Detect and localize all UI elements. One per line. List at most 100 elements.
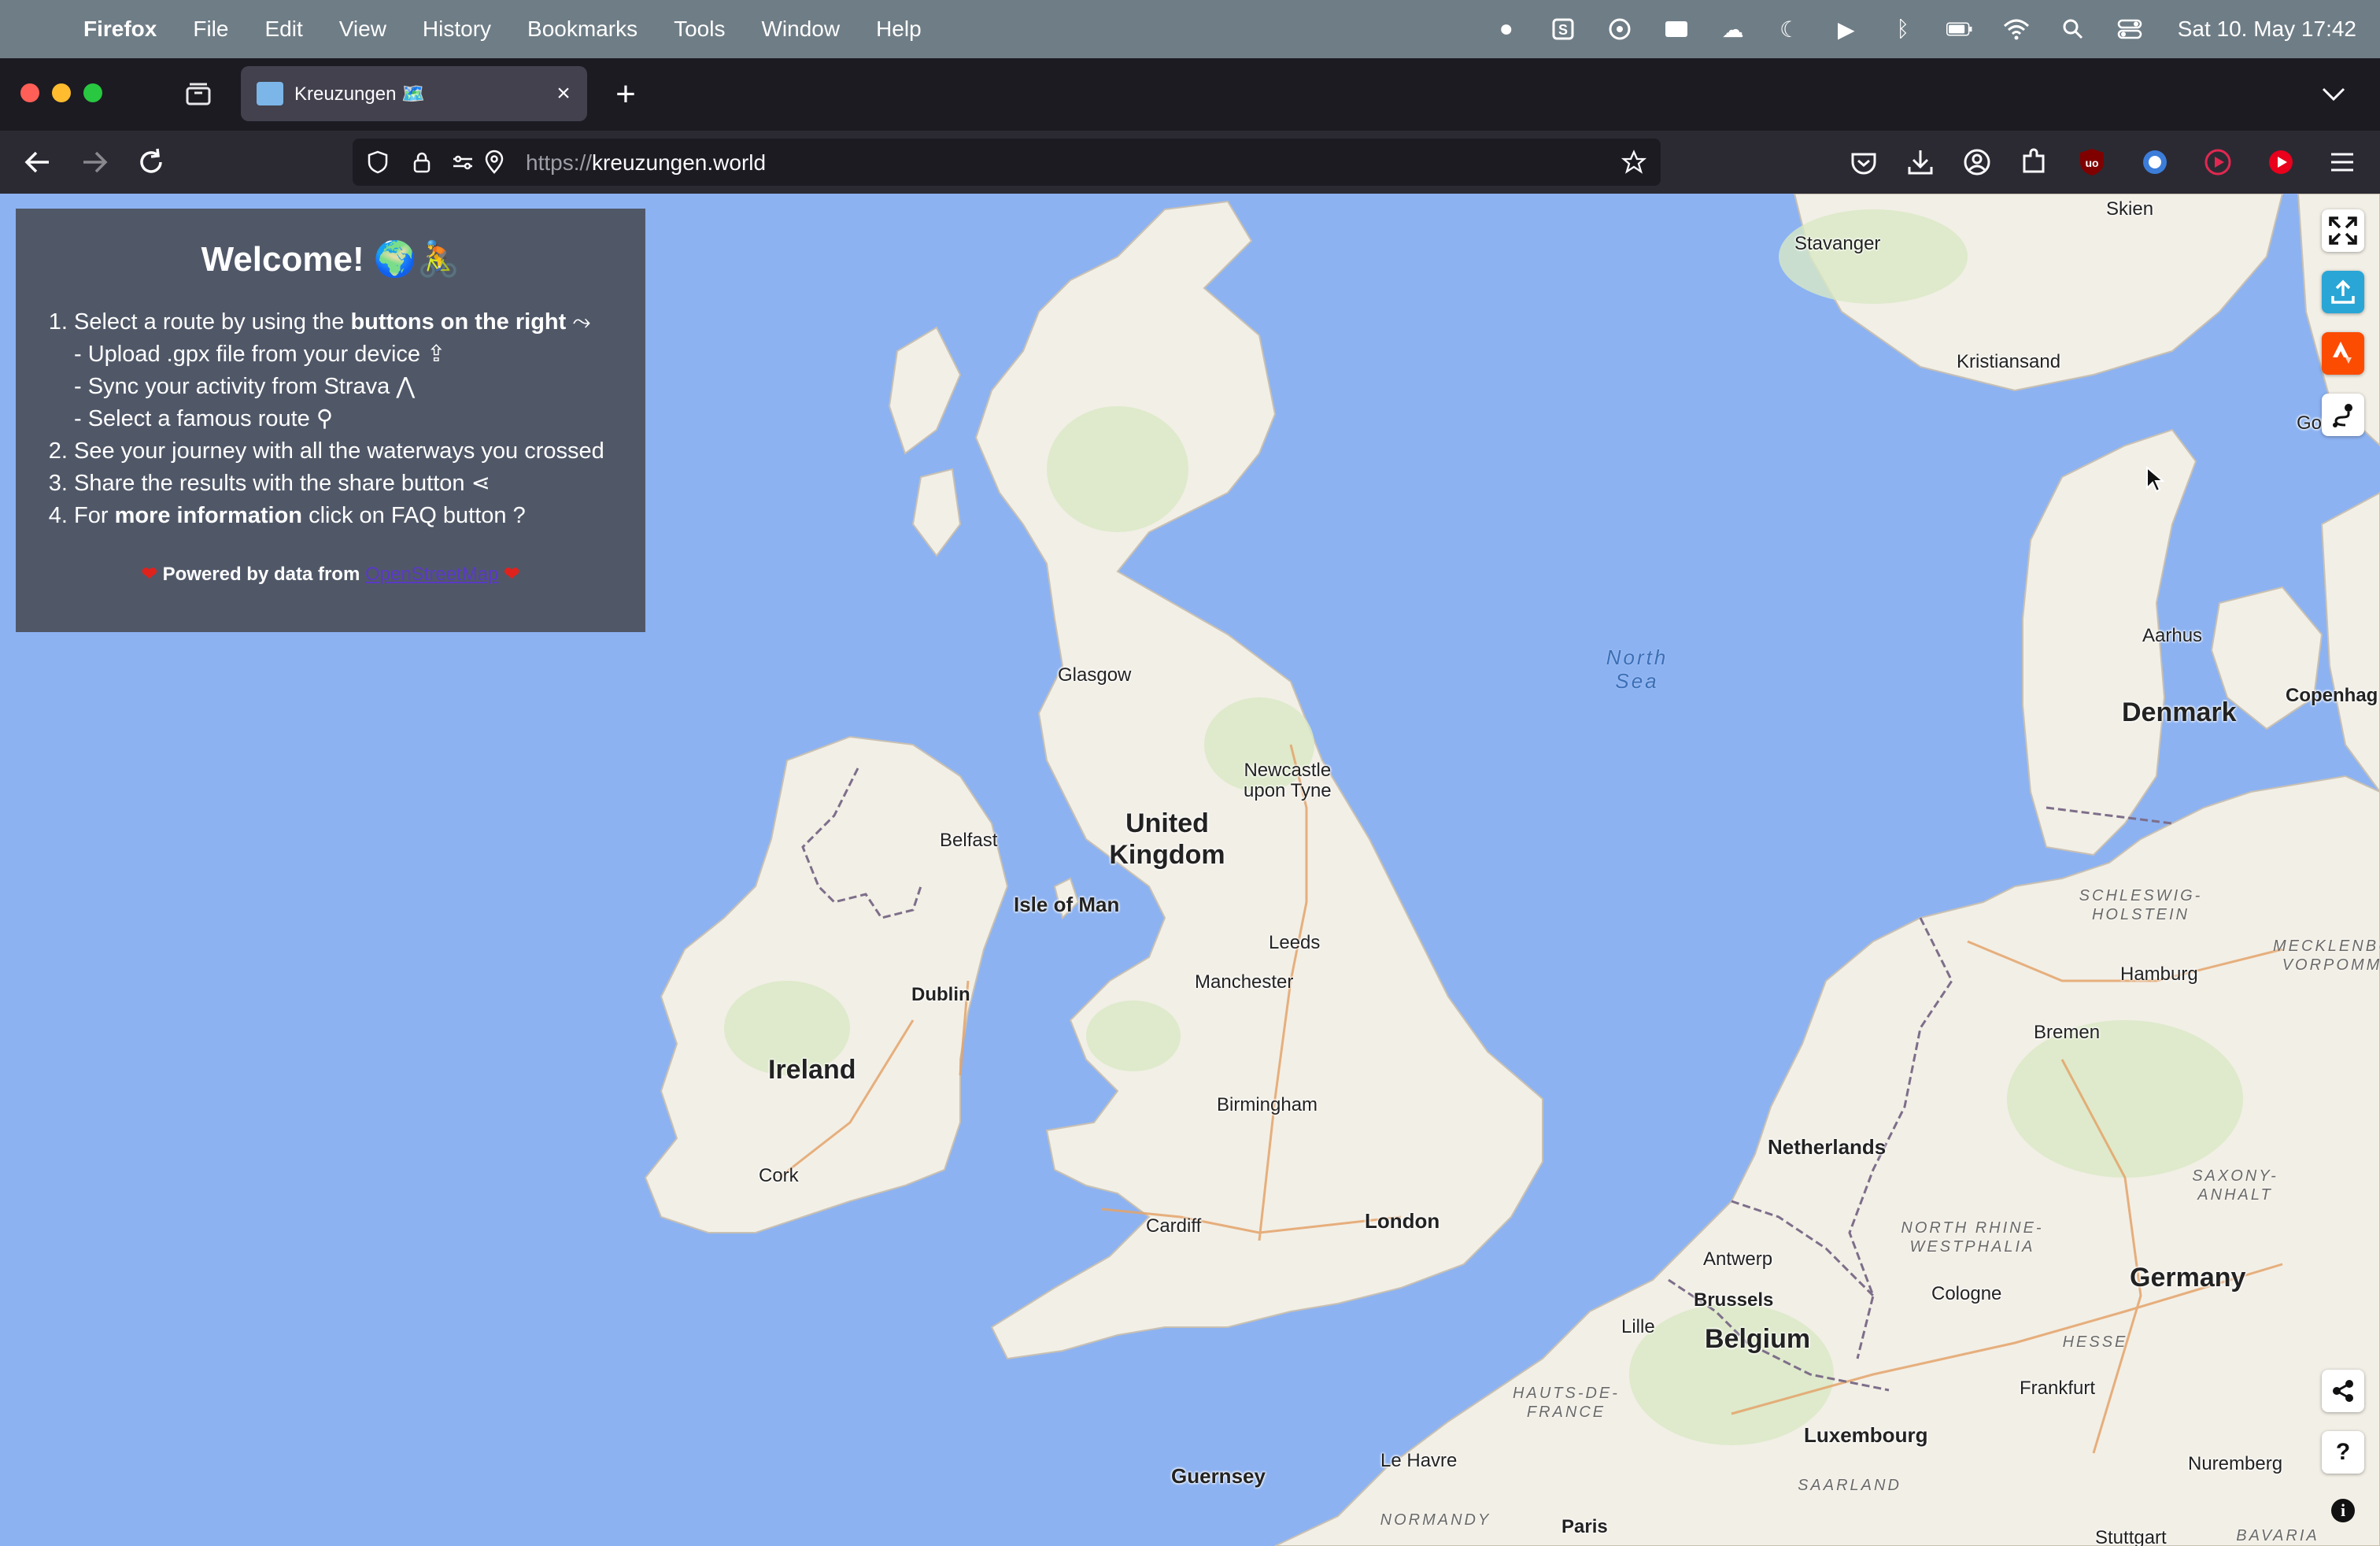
- region-label-mecklenburg: MECKLENBU VORPOMM: [2273, 938, 2380, 974]
- back-arrow-icon[interactable]: [20, 145, 55, 179]
- url-text[interactable]: https://kreuzungen.world: [526, 150, 766, 176]
- downloads-icon[interactable]: [1905, 146, 1936, 178]
- play-icon[interactable]: ▶: [1833, 16, 1860, 43]
- city-label-london: London: [1365, 1209, 1440, 1233]
- permissions-icon[interactable]: [450, 150, 475, 175]
- focus-moon-icon[interactable]: ☾: [1776, 16, 1803, 43]
- account-icon[interactable]: [1961, 146, 1993, 178]
- menu-file[interactable]: File: [193, 17, 228, 42]
- padlock-icon[interactable]: [409, 150, 434, 175]
- menu-bookmarks[interactable]: Bookmarks: [527, 17, 638, 42]
- tab-title: Kreuzungen 🗺️: [294, 83, 425, 105]
- menu-clock[interactable]: Sat 10. May 17:42: [2178, 17, 2356, 42]
- svg-text:S: S: [1558, 22, 1568, 38]
- city-label-leeds: Leeds: [1269, 932, 1321, 953]
- mouse-cursor-icon: [2146, 466, 2164, 493]
- extension-record-icon[interactable]: [2202, 146, 2234, 178]
- faq-button[interactable]: ?: [2322, 1431, 2364, 1474]
- forward-arrow-icon[interactable]: [77, 145, 112, 179]
- city-label-stuttgart: Stuttgart: [2095, 1527, 2167, 1546]
- step1-text: Select a route by using the: [74, 309, 351, 335]
- battery-icon[interactable]: [1946, 16, 1973, 43]
- region-label-normandy: NORMANDY: [1380, 1511, 1491, 1529]
- menu-view[interactable]: View: [339, 17, 386, 42]
- extension-youtube-icon[interactable]: [2265, 146, 2297, 178]
- bookmark-star-icon[interactable]: [1621, 150, 1646, 175]
- share-button[interactable]: [2322, 1370, 2364, 1412]
- hamburger-menu-icon[interactable]: [2326, 146, 2358, 178]
- weather-icon[interactable]: ☁: [1720, 16, 1746, 43]
- menu-edit[interactable]: Edit: [264, 17, 302, 42]
- strava-icon: [2333, 342, 2352, 364]
- country-label-united-kingdom: United Kingdom: [1109, 808, 1225, 870]
- macos-menu-bar: Firefox File Edit View History Bookmarks…: [0, 0, 2380, 58]
- city-label-cork: Cork: [759, 1165, 799, 1186]
- new-tab-button[interactable]: +: [606, 72, 645, 117]
- extension-globe-icon[interactable]: [2139, 146, 2171, 178]
- country-label-ireland: Ireland: [768, 1055, 856, 1085]
- tab-favicon-map-icon: [257, 82, 283, 105]
- tray-app-s-icon[interactable]: S: [1550, 16, 1576, 43]
- ublock-origin-icon[interactable]: uo: [2076, 146, 2108, 178]
- bluetooth-icon[interactable]: ᛒ: [1890, 16, 1916, 43]
- country-label-netherlands: Netherlands: [1768, 1135, 1887, 1159]
- menu-tools[interactable]: Tools: [674, 17, 725, 42]
- info-icon: i: [2331, 1499, 2355, 1522]
- famous-route-button[interactable]: [2322, 394, 2364, 436]
- control-center-icon[interactable]: [2116, 16, 2143, 43]
- tab-close-icon[interactable]: ×: [548, 80, 579, 107]
- fullscreen-button[interactable]: [2322, 209, 2364, 252]
- fullscreen-icon: [2329, 216, 2357, 245]
- screen-record-icon[interactable]: ⏺: [1493, 16, 1520, 43]
- city-label-hamburg: Hamburg: [2120, 963, 2198, 985]
- region-label-saxony-anhalt: SAXONY- ANHALT: [2192, 1167, 2278, 1204]
- instruction-step-3: Share the results with the share button …: [74, 468, 672, 500]
- firefox-view-icon[interactable]: [183, 79, 214, 110]
- tab-kreuzungen[interactable]: Kreuzungen 🗺️ ×: [241, 66, 587, 121]
- window-minimize-button[interactable]: [52, 83, 71, 102]
- step3-text: Share the results with the share button: [74, 471, 465, 496]
- upload-gpx-button[interactable]: [2322, 271, 2364, 313]
- island-label-guernsey: Guernsey: [1171, 1464, 1266, 1488]
- welcome-title: Welcome! 🌍🚴: [201, 240, 460, 279]
- tracking-protection-shield-icon[interactable]: [365, 150, 390, 175]
- extensions-puzzle-icon[interactable]: [2018, 146, 2049, 178]
- city-label-cologne: Cologne: [1931, 1283, 2002, 1304]
- city-label-dublin: Dublin: [911, 984, 970, 1005]
- sub-step-strava: - Sync your activity from Strava ⋀: [74, 371, 672, 403]
- region-label-schleswig-holstein: SCHLESWIG- HOLSTEIN: [2079, 887, 2203, 923]
- sea-label-north-sea: North Sea: [1606, 645, 1669, 693]
- reload-icon[interactable]: [134, 145, 168, 179]
- keyboard-icon[interactable]: [1663, 16, 1690, 43]
- upload-icon: ⇪: [427, 342, 446, 367]
- location-pin-icon[interactable]: [482, 150, 507, 175]
- city-label-lille: Lille: [1621, 1316, 1655, 1337]
- city-label-skien: Skien: [2106, 198, 2154, 220]
- tray-app-circle-icon[interactable]: [1606, 16, 1633, 43]
- sub-step-famous-route-text: - Select a famous route: [74, 406, 310, 431]
- share-icon: ⋖: [471, 471, 490, 496]
- window-close-button[interactable]: [20, 83, 39, 102]
- menu-help[interactable]: Help: [876, 17, 922, 42]
- city-label-kristiansand: Kristiansand: [1957, 351, 2061, 372]
- spotlight-search-icon[interactable]: [2060, 16, 2086, 43]
- window-zoom-button[interactable]: [83, 83, 102, 102]
- openstreetmap-link[interactable]: OpenStreetMap: [365, 564, 498, 585]
- instruction-step-1: Select a route by using the buttons on t…: [74, 306, 672, 435]
- attribution-info-button[interactable]: i: [2322, 1489, 2364, 1532]
- menu-window[interactable]: Window: [761, 17, 840, 42]
- route-pin-icon: ⚲: [316, 406, 334, 431]
- city-label-stavanger: Stavanger: [1794, 233, 1881, 254]
- strava-sync-button[interactable]: [2322, 332, 2364, 375]
- list-all-tabs-chevron-icon[interactable]: [2315, 76, 2352, 112]
- city-label-glasgow: Glasgow: [1058, 664, 1132, 686]
- city-label-belfast: Belfast: [940, 830, 998, 851]
- url-bar[interactable]: https://kreuzungen.world: [353, 139, 1661, 186]
- menu-app-firefox[interactable]: Firefox: [83, 17, 157, 42]
- pocket-icon[interactable]: [1848, 146, 1879, 178]
- region-label-saarland: SAARLAND: [1798, 1477, 1901, 1494]
- share-icon: [2333, 1380, 2353, 1402]
- url-scheme: https://: [526, 150, 593, 175]
- menu-history[interactable]: History: [423, 17, 491, 42]
- wifi-icon[interactable]: [2003, 16, 2030, 43]
